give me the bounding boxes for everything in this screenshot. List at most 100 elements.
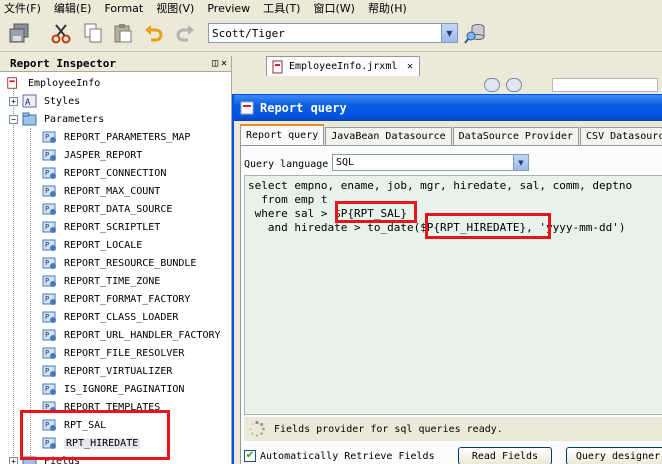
param-item[interactable]: P REPORT_PARAMETERS_MAP — [42, 128, 190, 146]
svg-text:P: P — [45, 241, 49, 249]
dialog-title-bar[interactable]: Report query — [234, 95, 662, 121]
param-label: REPORT_SCRIPTLET — [64, 221, 161, 233]
param-label: JASPER_REPORT — [64, 149, 143, 161]
parameter-icon: P — [42, 239, 56, 251]
tree-item-styles[interactable]: + A Styles — [9, 92, 80, 110]
redo-button[interactable] — [172, 20, 198, 46]
menu-file[interactable]: 文件(F) — [4, 0, 41, 16]
sql-line: select empno, ename, job, mgr, hiredate,… — [248, 179, 633, 192]
menu-view[interactable]: 视图(V) — [156, 0, 194, 16]
paste-button[interactable] — [110, 20, 136, 46]
datasource-button[interactable] — [462, 20, 488, 46]
database-search-icon — [464, 24, 485, 44]
param-item[interactable]: P IS_IGNORE_PAGINATION — [42, 380, 184, 398]
sql-line: from emp t — [248, 193, 328, 206]
report-icon — [7, 77, 17, 89]
menu-window[interactable]: 窗口(W) — [313, 0, 354, 16]
parameter-icon: P — [42, 347, 56, 359]
tab-csv-datasource[interactable]: CSV Datasourc — [580, 127, 662, 145]
status-bar: Fields provider for sql queries ready. — [244, 417, 662, 441]
query-designer-button[interactable]: Query designer — [566, 447, 662, 464]
param-label: REPORT_MAX_COUNT — [64, 185, 161, 197]
parameter-icon: P — [42, 311, 56, 323]
query-language-value: SQL — [336, 157, 355, 168]
zoom-in-icon[interactable] — [484, 78, 500, 92]
menu-edit[interactable]: 编辑(E) — [54, 0, 92, 16]
param-label: REPORT_PARAMETERS_MAP — [64, 131, 191, 143]
menu-format[interactable]: Format — [104, 2, 143, 15]
param-item[interactable]: P REPORT_CLASS_LOADER — [42, 308, 178, 326]
param-item[interactable]: P REPORT_FILE_RESOLVER — [42, 344, 184, 362]
parameter-icon: P — [42, 185, 56, 197]
query-language-select[interactable]: SQL ▼ — [332, 154, 529, 171]
param-label: REPORT_FILE_RESOLVER — [64, 347, 185, 359]
close-tab-icon[interactable]: ✕ — [407, 61, 413, 72]
param-item[interactable]: P REPORT_URL_HANDLER_FACTORY — [42, 326, 221, 344]
param-item[interactable]: P JASPER_REPORT — [42, 146, 142, 164]
tree-item-styles-label: Styles — [44, 95, 81, 107]
expand-icon[interactable]: + — [9, 456, 18, 464]
auto-retrieve-checkbox[interactable]: ✔ — [244, 450, 256, 462]
svg-text:P: P — [45, 169, 49, 177]
minimize-panel-icon[interactable]: ◫ — [212, 58, 218, 69]
parameter-icon: P — [42, 383, 56, 395]
report-file-icon — [272, 60, 283, 73]
svg-text:P: P — [45, 259, 49, 267]
status-text: Fields provider for sql queries ready. — [274, 423, 503, 435]
svg-text:P: P — [45, 313, 49, 321]
param-item[interactable]: P REPORT_MAX_COUNT — [42, 182, 160, 200]
svg-text:P: P — [45, 367, 49, 375]
param-item[interactable]: P REPORT_TIME_ZONE — [42, 272, 160, 290]
editor-tab-label: EmployeeInfo.jrxml — [289, 61, 398, 72]
dialog-title: Report query — [260, 101, 347, 115]
svg-text:P: P — [45, 187, 49, 195]
editor-tab[interactable]: EmployeeInfo.jrxml ✕ — [266, 56, 420, 76]
save-all-button[interactable] — [6, 20, 32, 46]
redo-icon — [176, 25, 194, 42]
copy-button[interactable] — [80, 20, 106, 46]
tree-root[interactable]: EmployeeInfo — [6, 74, 100, 92]
expand-icon[interactable]: + — [9, 96, 18, 106]
menu-help[interactable]: 帮助(H) — [368, 0, 407, 16]
menu-preview[interactable]: Preview — [207, 2, 250, 15]
read-fields-button[interactable]: Read Fields — [458, 447, 552, 464]
zoom-field[interactable] — [552, 78, 658, 92]
zoom-out-icon[interactable] — [506, 78, 522, 92]
tree-guide — [13, 84, 14, 464]
report-inspector-header: Report Inspector ◫ ✕ — [0, 56, 231, 72]
collapse-icon[interactable]: − — [9, 114, 18, 124]
tab-datasource-provider[interactable]: DataSource Provider — [452, 127, 580, 145]
chevron-down-icon[interactable]: ▼ — [441, 24, 457, 42]
tree-root-label: EmployeeInfo — [28, 77, 101, 89]
connection-combo[interactable]: Scott/Tiger ▼ — [208, 23, 458, 43]
param-item[interactable]: P REPORT_DATA_SOURCE — [42, 200, 172, 218]
svg-text:P: P — [45, 349, 49, 357]
param-item[interactable]: P REPORT_LOCALE — [42, 236, 142, 254]
parameter-icon: P — [42, 131, 56, 143]
dialog-footer: ✔ Automatically Retrieve Fields Read Fie… — [244, 447, 662, 464]
cut-button[interactable] — [48, 20, 74, 46]
report-query-dialog: Report query Report query JavaBean Datas… — [232, 94, 662, 464]
tab-report-query[interactable]: Report query — [240, 124, 325, 145]
param-item[interactable]: P REPORT_CONNECTION — [42, 164, 166, 182]
tab-javabean-datasource[interactable]: JavaBean Datasource — [325, 127, 452, 145]
sql-editor[interactable]: select empno, ename, job, mgr, hiredate,… — [244, 175, 662, 415]
parameter-icon: P — [42, 293, 56, 305]
tree-item-parameters-label: Parameters — [44, 113, 105, 125]
param-label: REPORT_CLASS_LOADER — [64, 311, 179, 323]
param-item[interactable]: P REPORT_VIRTUALIZER — [42, 362, 172, 380]
styles-icon: A — [22, 94, 37, 108]
param-item[interactable]: P REPORT_SCRIPTLET — [42, 218, 160, 236]
menu-tools[interactable]: 工具(T) — [263, 0, 300, 16]
parameter-icon: P — [42, 275, 56, 287]
auto-retrieve-label: Automatically Retrieve Fields — [260, 450, 435, 462]
svg-text:P: P — [45, 295, 49, 303]
undo-button[interactable] — [141, 20, 167, 46]
tree-item-parameters[interactable]: − Parameters — [9, 110, 104, 128]
scissors-icon — [51, 24, 71, 44]
loading-spinner-icon — [249, 420, 265, 437]
close-panel-icon[interactable]: ✕ — [221, 58, 227, 69]
chevron-down-icon[interactable]: ▼ — [513, 155, 528, 170]
param-item[interactable]: P REPORT_RESOURCE_BUNDLE — [42, 254, 196, 272]
param-item[interactable]: P REPORT_FORMAT_FACTORY — [42, 290, 190, 308]
